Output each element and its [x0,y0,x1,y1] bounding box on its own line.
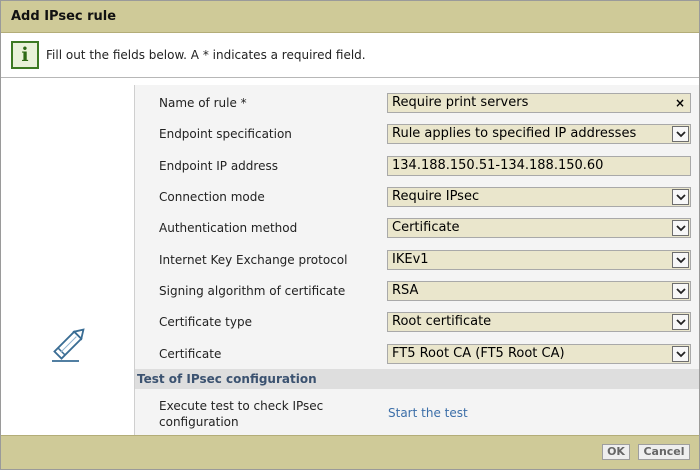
dialog-title: Add IPsec rule [11,9,117,24]
test-section-header: Test of IPsec configuration [135,369,699,389]
endpoint-specification-select[interactable]: Rule applies to specified IP addresses [387,124,691,144]
cancel-button[interactable]: Cancel [638,444,690,460]
connection-mode-select[interactable]: Require IPsec [387,187,691,207]
add-ipsec-rule-dialog: Add IPsec rule i Fill out the fields bel… [0,0,700,470]
test-section-title: Test of IPsec configuration [137,372,317,386]
title-bar: Add IPsec rule [1,1,699,33]
chevron-down-icon[interactable] [672,283,689,299]
info-bar: i Fill out the fields below. A * indicat… [1,34,699,78]
chevron-down-icon[interactable] [672,346,689,362]
chevron-down-icon[interactable] [672,126,689,142]
info-text: Fill out the fields below. A * indicates… [46,48,366,62]
ike-protocol-label: Internet Key Exchange protocol [159,253,348,267]
certificate-type-select[interactable]: Root certificate [387,312,691,332]
signing-algorithm-select[interactable]: RSA [387,281,691,301]
execute-test-label-line1: Execute test to check IPsec [159,399,324,413]
name-of-rule-label: Name of rule * [159,96,247,110]
form-area: Name of rule * Require print servers × E… [135,85,699,435]
left-pane [1,85,135,435]
info-icon: i [11,41,39,69]
certificate-label: Certificate [159,347,222,361]
authentication-method-select[interactable]: Certificate [387,218,691,238]
chevron-down-icon[interactable] [672,252,689,268]
authentication-method-label: Authentication method [159,221,298,235]
endpoint-ip-address-label: Endpoint IP address [159,159,278,173]
execute-test-label-line2: configuration [159,415,239,429]
pencil-icon [52,328,85,362]
certificate-select[interactable]: FT5 Root CA (FT5 Root CA) [387,344,691,364]
footer-bar: OK Cancel [1,435,699,469]
chevron-down-icon[interactable] [672,314,689,330]
start-test-link[interactable]: Start the test [388,406,468,420]
name-of-rule-input[interactable]: Require print servers × [387,93,691,113]
connection-mode-label: Connection mode [159,190,265,204]
ike-protocol-select[interactable]: IKEv1 [387,250,691,270]
clear-icon[interactable]: × [675,94,685,112]
chevron-down-icon[interactable] [672,189,689,205]
endpoint-specification-label: Endpoint specification [159,127,292,141]
chevron-down-icon[interactable] [672,220,689,236]
certificate-type-label: Certificate type [159,315,252,329]
signing-algorithm-label: Signing algorithm of certificate [159,284,346,298]
endpoint-ip-address-input[interactable]: 134.188.150.51-134.188.150.60 [387,156,691,176]
ok-button[interactable]: OK [602,444,630,460]
execute-test-label: Execute test to check IPsec configuratio… [159,398,323,430]
